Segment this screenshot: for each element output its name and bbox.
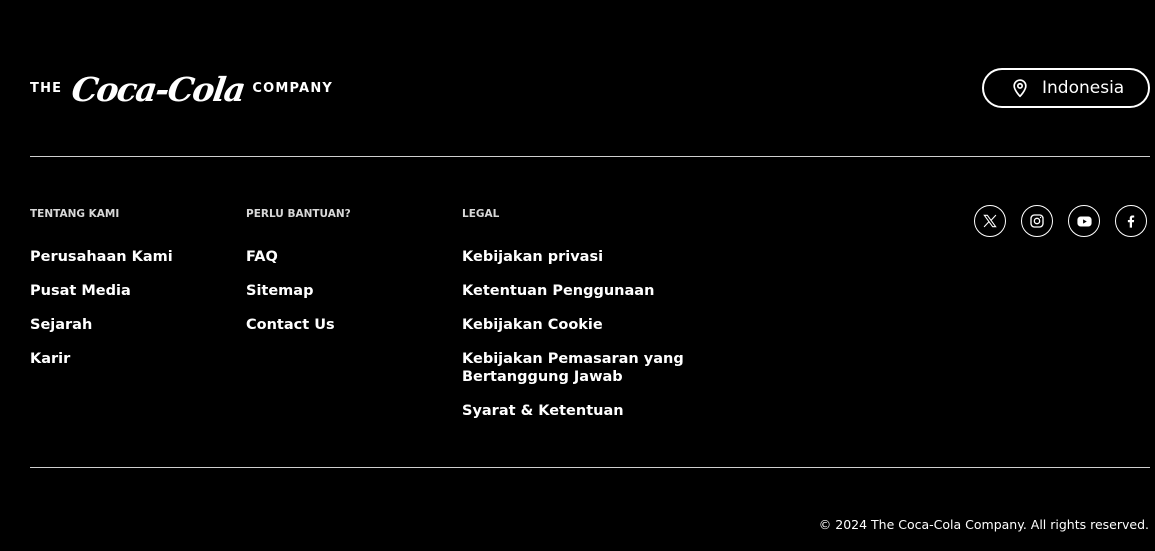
column-heading: TENTANG KAMI (30, 208, 120, 220)
social-links (974, 205, 1147, 237)
youtube-icon[interactable] (1068, 205, 1100, 237)
footer-divider-top (30, 156, 1150, 157)
footer-link-kebijakan-cookie[interactable]: Kebijakan Cookie (462, 316, 702, 334)
footer-column-perlu-bantuan: PERLU BANTUAN? FAQ Sitemap Contact Us (246, 207, 351, 350)
region-label: Indonesia (1042, 78, 1125, 98)
column-heading: PERLU BANTUAN? (246, 208, 351, 220)
footer-link-faq[interactable]: FAQ (246, 248, 351, 266)
footer-link-syarat-ketentuan[interactable]: Syarat & Ketentuan (462, 402, 702, 420)
footer-column-tentang-kami: TENTANG KAMI Perusahaan Kami Pusat Media… (30, 207, 173, 384)
footer-link-perusahaan-kami[interactable]: Perusahaan Kami (30, 248, 173, 266)
location-pin-icon (1010, 78, 1030, 98)
logo-brand-script: Coca-Cola (69, 69, 248, 109)
instagram-icon[interactable] (1021, 205, 1053, 237)
link-list: Kebijakan privasi Ketentuan Penggunaan K… (462, 248, 702, 420)
link-list: Perusahaan Kami Pusat Media Sejarah Kari… (30, 248, 173, 368)
footer-divider-bottom (30, 467, 1150, 468)
footer-link-sejarah[interactable]: Sejarah (30, 316, 173, 334)
logo-prefix: THE (30, 80, 63, 96)
column-heading: LEGAL (462, 208, 500, 220)
footer-link-pusat-media[interactable]: Pusat Media (30, 282, 173, 300)
footer-link-karir[interactable]: Karir (30, 350, 173, 368)
copyright-text: © 2024 The Coca-Cola Company. All rights… (818, 517, 1149, 532)
company-logo[interactable]: THE Coca-Cola COMPANY (30, 66, 333, 110)
facebook-icon[interactable] (1115, 205, 1147, 237)
x-twitter-icon[interactable] (974, 205, 1006, 237)
footer-link-contact-us[interactable]: Contact Us (246, 316, 351, 334)
footer-link-kebijakan-privasi[interactable]: Kebijakan privasi (462, 248, 702, 266)
link-list: FAQ Sitemap Contact Us (246, 248, 351, 334)
region-selector-button[interactable]: Indonesia (982, 68, 1150, 108)
footer-column-legal: LEGAL Kebijakan privasi Ketentuan Penggu… (462, 207, 702, 436)
footer-link-ketentuan-penggunaan[interactable]: Ketentuan Penggunaan (462, 282, 702, 300)
logo-suffix: COMPANY (252, 80, 334, 96)
footer-link-sitemap[interactable]: Sitemap (246, 282, 351, 300)
footer-link-kebijakan-pemasaran[interactable]: Kebijakan Pemasaran yang Bertanggung Jaw… (462, 350, 702, 386)
